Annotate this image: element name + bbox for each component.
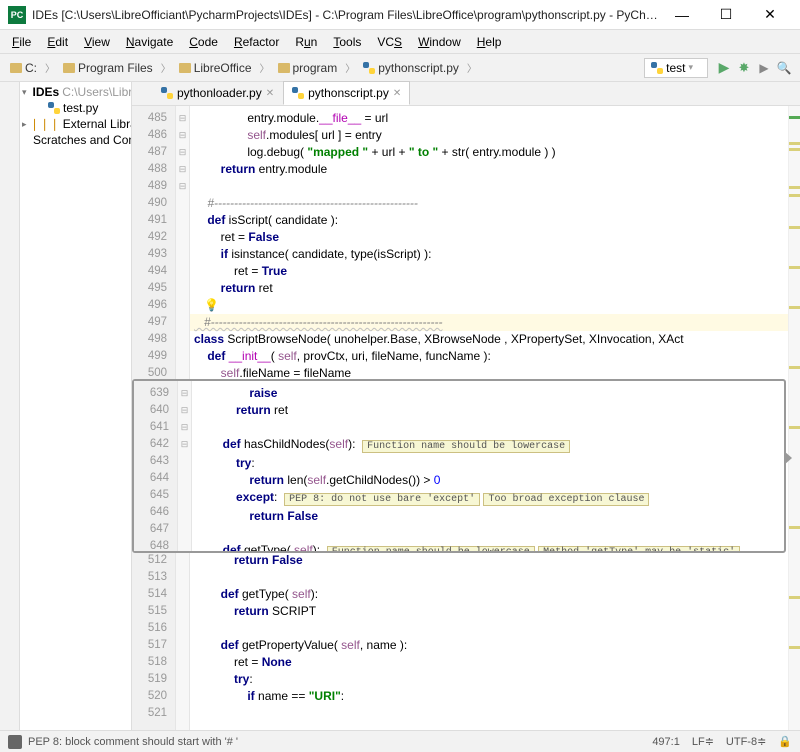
python-file-icon [363, 62, 375, 74]
maximize-button[interactable]: ☐ [704, 1, 748, 29]
menubar: File Edit View Navigate Code Refactor Ru… [0, 30, 800, 54]
code-body[interactable]: raise return ret def hasChildNodes(self)… [192, 381, 784, 551]
folder-icon [179, 63, 191, 73]
python-file-icon [48, 102, 60, 114]
collapse-icon[interactable]: ▾ [22, 87, 27, 98]
tab-label: pythonscript.py [308, 86, 389, 100]
inspection-hint[interactable]: PEP 8: do not use bare 'except' [284, 493, 480, 506]
menu-navigate[interactable]: Navigate [118, 32, 181, 52]
project-sidebar: ▾ IDEs C:\Users\Libr test.py ▸ ❘❘❘ Exter… [0, 82, 132, 730]
inspection-hint[interactable]: Function name should be lowercase [362, 440, 570, 453]
app-icon: PC [8, 6, 26, 24]
minimize-button[interactable]: — [660, 1, 704, 29]
tree-item-label: External Libraries [63, 117, 131, 131]
menu-window[interactable]: Window [410, 32, 469, 52]
tab-label: pythonloader.py [177, 86, 262, 100]
menu-help[interactable]: Help [469, 32, 510, 52]
chevron-right-icon: 〉 [159, 60, 173, 75]
breadcrumb-item[interactable]: Program Files [59, 59, 157, 77]
search-button[interactable]: 🔍 [774, 58, 794, 78]
lens-popup[interactable]: 639640641642643644645646647648 ⊟⊟⊟ ⊟ rai… [132, 379, 786, 553]
editor-tabs: pythonloader.py ✕ pythonscript.py ✕ [132, 82, 800, 106]
menu-file[interactable]: File [4, 32, 39, 52]
breadcrumb-item[interactable]: program [274, 59, 342, 77]
run-options-button[interactable]: ▶ [754, 58, 774, 78]
status-encoding[interactable]: UTF-8≑ [726, 735, 766, 748]
python-file-icon [161, 87, 173, 99]
tab-pythonloader[interactable]: pythonloader.py ✕ [152, 81, 283, 105]
editor-area: pythonloader.py ✕ pythonscript.py ✕ 4854… [132, 82, 800, 730]
status-line-ending[interactable]: LF≑ [692, 735, 714, 748]
debug-button[interactable]: ✸ [734, 58, 754, 78]
project-tab[interactable] [0, 82, 20, 730]
window-title: IDEs [C:\Users\LibreOfficiant\PycharmPro… [32, 8, 660, 22]
tree-scratches[interactable]: Scratches and Con [20, 132, 131, 148]
library-icon: ❘❘❘ [30, 117, 60, 131]
tab-pythonscript[interactable]: pythonscript.py ✕ [283, 81, 410, 105]
folder-icon [10, 63, 22, 73]
breadcrumb-file[interactable]: pythonscript.py [359, 59, 463, 77]
inspection-hint[interactable]: Too broad exception clause [483, 493, 649, 506]
lightbulb-icon[interactable]: 💡 [204, 298, 219, 312]
menu-refactor[interactable]: Refactor [226, 32, 287, 52]
project-tree[interactable]: ▾ IDEs C:\Users\Libr test.py ▸ ❘❘❘ Exter… [20, 82, 131, 730]
error-stripe[interactable] [788, 106, 800, 730]
fold-gutter[interactable]: ⊟⊟⊟ ⊟ [178, 381, 192, 551]
close-tab-icon[interactable]: ✕ [393, 88, 401, 99]
bug-icon: ✸ [739, 60, 750, 76]
expand-icon[interactable]: ▸ [22, 119, 27, 130]
menu-view[interactable]: View [76, 32, 118, 52]
status-position[interactable]: 497:1 [652, 736, 680, 748]
menu-run[interactable]: Run [287, 32, 325, 52]
line-gutter[interactable]: 639640641642643644645646647648 [134, 381, 178, 551]
run-config-selector[interactable]: test ▾ [644, 58, 708, 78]
chevron-right-icon: 〉 [43, 60, 57, 75]
status-icon[interactable] [8, 735, 22, 749]
breadcrumb-item[interactable]: LibreOffice [175, 59, 256, 77]
titlebar: PC IDEs [C:\Users\LibreOfficiant\Pycharm… [0, 0, 800, 30]
tree-external-libs[interactable]: ▸ ❘❘❘ External Libraries [20, 116, 131, 132]
navigation-bar: C: 〉 Program Files 〉 LibreOffice 〉 progr… [0, 54, 800, 82]
tree-root-path: C:\Users\Libr [62, 85, 131, 99]
inspection-hint[interactable]: Function name should be lowercase [327, 546, 535, 551]
popup-pointer-icon [784, 451, 792, 465]
statusbar: PEP 8: block comment should start with '… [0, 730, 800, 752]
inspection-hint[interactable]: Method 'getType' may be 'static' [538, 546, 740, 551]
menu-code[interactable]: Code [181, 32, 226, 52]
close-button[interactable]: ✕ [748, 1, 792, 29]
folder-icon [278, 63, 290, 73]
run-button[interactable]: ▶ [714, 58, 734, 78]
play-icon: ▶ [719, 59, 730, 76]
tree-file[interactable]: test.py [20, 100, 131, 116]
menu-tools[interactable]: Tools [325, 32, 369, 52]
chevron-right-icon: 〉 [465, 60, 479, 75]
tree-root-name: IDEs [33, 85, 60, 99]
main: ▾ IDEs C:\Users\Libr test.py ▸ ❘❘❘ Exter… [0, 82, 800, 730]
breadcrumb: C: 〉 Program Files 〉 LibreOffice 〉 progr… [6, 59, 638, 77]
menu-vcs[interactable]: VCS [369, 32, 410, 52]
tree-file-name: test.py [63, 101, 98, 115]
folder-icon [63, 63, 75, 73]
status-lock-icon[interactable]: 🔒 [778, 735, 792, 748]
tree-root[interactable]: ▾ IDEs C:\Users\Libr [20, 84, 131, 100]
menu-edit[interactable]: Edit [39, 32, 76, 52]
status-message: PEP 8: block comment should start with '… [8, 735, 640, 749]
chevron-right-icon: 〉 [343, 60, 357, 75]
python-file-icon [651, 62, 663, 74]
breadcrumb-root[interactable]: C: [6, 59, 41, 77]
tree-item-label: Scratches and Con [33, 133, 131, 147]
close-tab-icon[interactable]: ✕ [266, 88, 274, 99]
python-file-icon [292, 87, 304, 99]
chevron-right-icon: 〉 [258, 60, 272, 75]
